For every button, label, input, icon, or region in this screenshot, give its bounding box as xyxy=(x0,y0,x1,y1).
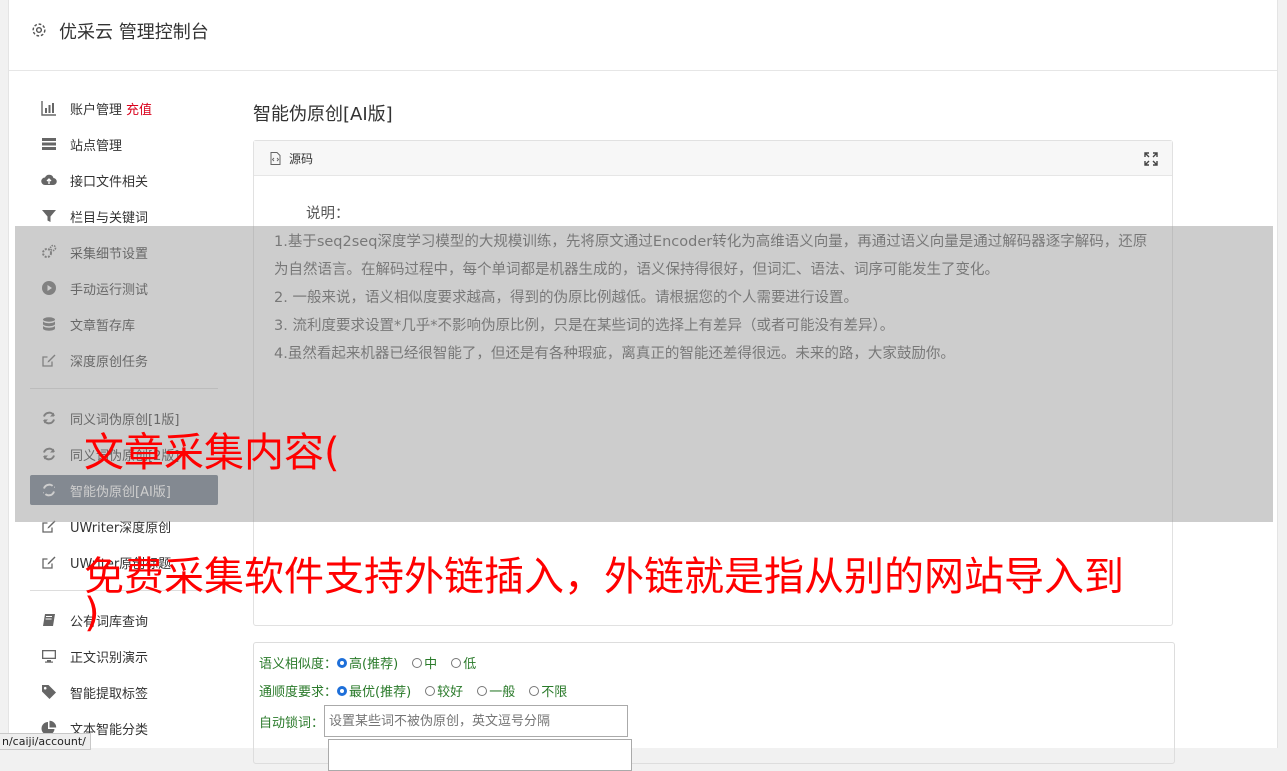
sidebar-item[interactable]: 账户管理 充值 xyxy=(30,90,218,126)
tag-icon xyxy=(40,684,58,700)
lock-words-label: 自动锁词： xyxy=(259,715,325,731)
server-icon xyxy=(40,136,58,152)
bar-chart-icon xyxy=(40,100,58,116)
overlay-text-line1: 文章采集内容( xyxy=(84,430,340,476)
panel-header: 源码 xyxy=(254,141,1172,176)
radio-fluency-good[interactable]: 较好 xyxy=(425,681,463,700)
radio-similarity-medium[interactable]: 中 xyxy=(412,653,437,672)
page-title: 智能伪原创[AI版] xyxy=(253,104,393,125)
sidebar-item[interactable]: 公有词库查询 xyxy=(30,602,218,638)
filter-icon xyxy=(40,208,58,224)
top-bar: 优采云 管理控制台 xyxy=(9,0,1277,71)
overlay-text-line2: 免费采集软件支持外链插入，外链就是指从别的网站导入到 xyxy=(84,554,1124,600)
edit-icon xyxy=(40,554,58,570)
radio-fluency-best[interactable]: 最优(推荐) xyxy=(337,681,411,700)
expand-icon[interactable] xyxy=(1144,152,1158,166)
panel-label: 源码 xyxy=(289,152,314,166)
radio-label: 较好 xyxy=(437,685,464,700)
sidebar-item-label: 站点管理 xyxy=(70,138,123,154)
sidebar-item[interactable]: 站点管理 xyxy=(30,126,218,162)
radio-dot[interactable] xyxy=(477,685,488,696)
sidebar-item-label: 正文识别演示 xyxy=(70,650,149,666)
app-title: 优采云 管理控制台 xyxy=(59,22,209,43)
lock-words-input[interactable] xyxy=(324,705,629,737)
radio-dot[interactable] xyxy=(337,657,348,668)
radio-dot[interactable] xyxy=(412,657,423,668)
radio-dot[interactable] xyxy=(337,685,348,696)
radio-dot[interactable] xyxy=(425,685,436,696)
radio-similarity-high[interactable]: 高(推荐) xyxy=(337,653,398,672)
radio-label: 高(推荐) xyxy=(349,657,399,672)
similarity-label: 语义相似度： xyxy=(259,657,338,672)
radio-dot[interactable] xyxy=(451,657,462,668)
radio-label: 最优(推荐) xyxy=(349,685,412,700)
code-file-icon xyxy=(270,152,281,165)
radio-label: 中 xyxy=(424,657,438,672)
sidebar-item[interactable]: 智能提取标签 xyxy=(30,674,218,710)
sidebar-item[interactable]: 接口文件相关 xyxy=(30,162,218,198)
radio-dot[interactable] xyxy=(529,685,540,696)
sidebar-item-label: 接口文件相关 xyxy=(70,174,149,190)
sidebar-item-label: 智能提取标签 xyxy=(70,686,149,702)
description-title: 说明： xyxy=(306,206,350,222)
overlay-text-line3: ) xyxy=(84,590,100,636)
sidebar-item-label: 栏目与关键词 xyxy=(70,210,149,226)
cloud-upload-icon xyxy=(40,172,58,188)
second-input-row xyxy=(328,739,632,771)
radio-fluency-any[interactable]: 不限 xyxy=(529,681,567,700)
radio-similarity-low[interactable]: 低 xyxy=(451,653,476,672)
options-form: 语义相似度： 高(推荐) 中 低 通顺度要求： 最优(推荐) 较好 一般 不限 … xyxy=(253,642,1175,771)
secondary-input[interactable] xyxy=(328,739,632,771)
gear-icon xyxy=(32,23,46,37)
book-icon xyxy=(40,612,58,628)
similarity-row: 语义相似度： 高(推荐) 中 低 xyxy=(259,653,490,672)
sidebar-item[interactable]: 正文识别演示 xyxy=(30,638,218,674)
sidebar-item-label: 账户管理 xyxy=(70,102,123,118)
monitor-icon xyxy=(40,648,58,664)
radio-label: 低 xyxy=(463,657,477,672)
sidebar-item-label: 公有词库查询 xyxy=(70,614,149,630)
fluency-label: 通顺度要求： xyxy=(259,685,338,700)
radio-fluency-normal[interactable]: 一般 xyxy=(477,681,515,700)
radio-label: 一般 xyxy=(489,685,516,700)
recharge-link[interactable]: 充值 xyxy=(126,99,152,118)
lock-words-row: 自动锁词： xyxy=(259,705,629,737)
radio-label: 不限 xyxy=(541,685,568,700)
fluency-row: 通顺度要求： 最优(推荐) 较好 一般 不限 xyxy=(259,681,581,700)
status-bar-url: n/caiji/account/ xyxy=(0,733,91,750)
